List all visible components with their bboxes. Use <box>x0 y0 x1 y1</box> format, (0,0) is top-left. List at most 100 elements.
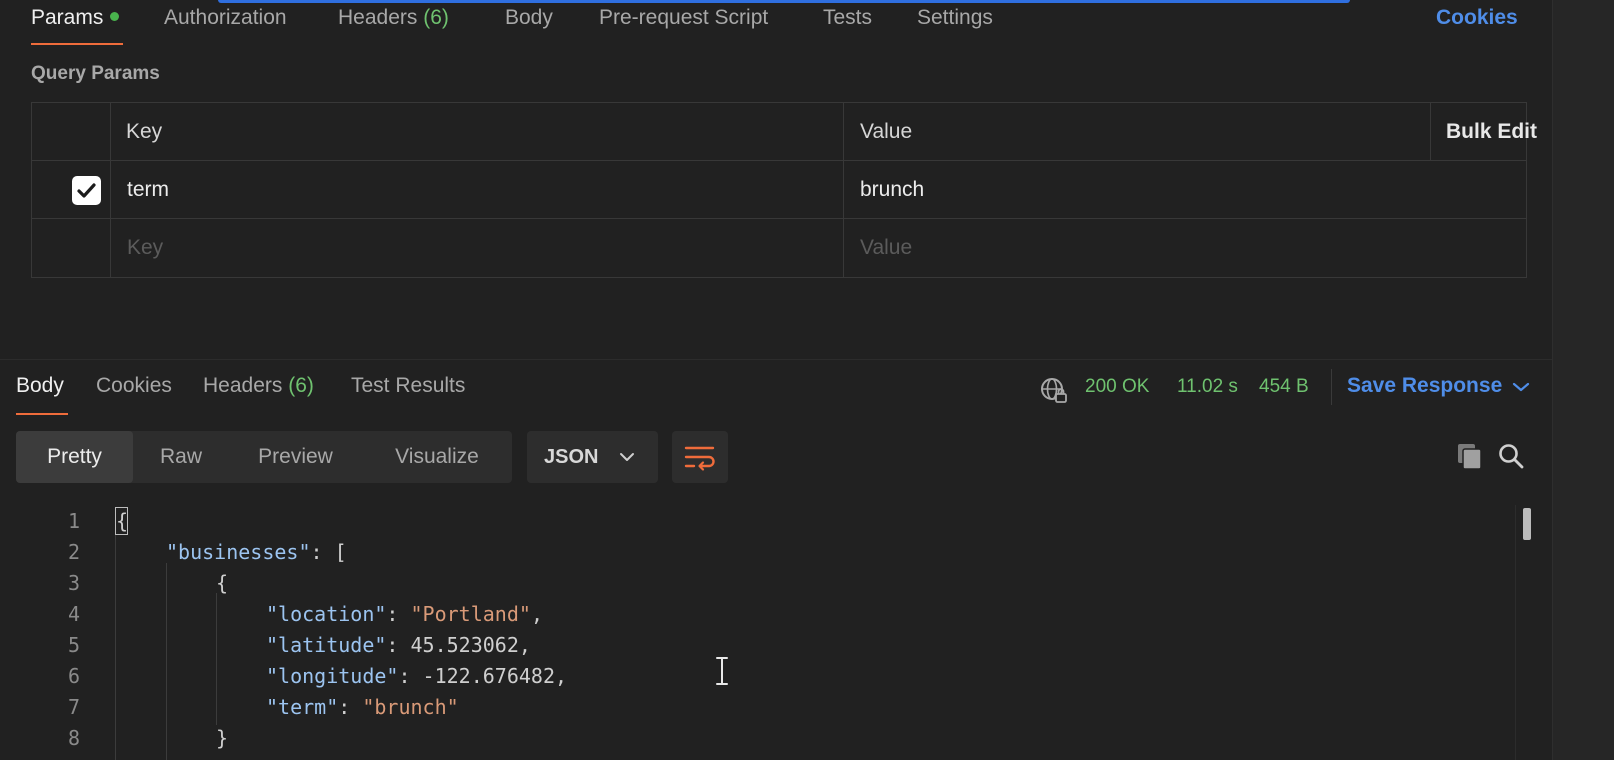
json-sep: : <box>398 664 423 688</box>
code-line-2: "businesses": [ <box>166 540 347 564</box>
query-params-table: Key Value Bulk Edit term brunch Key Valu… <box>31 102 1537 278</box>
value-column-header: Value <box>860 120 913 143</box>
tab-label: Cookies <box>96 374 172 397</box>
json-key: "location" <box>266 602 387 626</box>
chevron-down-icon[interactable] <box>1510 380 1532 394</box>
mode-pretty[interactable]: Pretty <box>16 431 133 483</box>
json-sep: : <box>386 633 411 657</box>
editor-scrollbar-thumb[interactable] <box>1523 508 1531 540</box>
tab-headers[interactable]: Headers (6) <box>338 6 449 30</box>
code-line-3: { <box>216 571 228 595</box>
response-tab-headers[interactable]: Headers (6) <box>203 374 314 398</box>
indent-guide <box>115 533 116 760</box>
tab-label: Test Results <box>351 374 466 397</box>
line-number: 3 <box>67 571 80 595</box>
json-end: , <box>555 664 568 688</box>
code-line-8: } <box>216 726 228 750</box>
line-number: 8 <box>67 726 80 750</box>
param-value-cell[interactable]: brunch <box>860 161 924 218</box>
bulk-edit-button[interactable]: Bulk Edit <box>1446 103 1537 160</box>
status-divider <box>1331 369 1332 405</box>
cookies-link[interactable]: Cookies <box>1436 6 1518 30</box>
line-number: 2 <box>67 540 80 564</box>
json-key: "longitude" <box>266 664 399 688</box>
json-key: "businesses" <box>166 540 311 564</box>
response-tab-cookies[interactable]: Cookies <box>96 374 172 398</box>
new-key-input[interactable]: Key <box>127 219 163 276</box>
table-header-row: Key Value Bulk Edit <box>32 103 1537 161</box>
json-number: -122.676482 <box>422 664 555 688</box>
tab-authorization[interactable]: Authorization <box>164 6 287 30</box>
json-key: "latitude" <box>266 633 387 657</box>
checkmark-icon <box>77 183 96 198</box>
line-number: 5 <box>67 633 80 657</box>
new-value-input[interactable]: Value <box>860 219 912 276</box>
line-number: 1 <box>67 509 80 533</box>
tab-tests[interactable]: Tests <box>823 6 872 30</box>
format-dropdown[interactable]: JSON <box>527 431 658 483</box>
copy-icon[interactable] <box>1455 441 1485 471</box>
line-number: 4 <box>67 602 80 626</box>
json-string: "Portland" <box>410 602 531 626</box>
response-body-editor[interactable]: 1 2 3 4 5 6 7 8 { "businesses": [ { "loc… <box>0 505 1552 760</box>
param-enabled-checkbox[interactable] <box>72 176 101 205</box>
json-string: "brunch" <box>362 695 459 719</box>
headers-count: (6) <box>423 6 449 29</box>
param-key-cell[interactable]: term <box>127 161 169 218</box>
indent-guide <box>166 563 167 760</box>
tab-label: Body <box>16 374 64 397</box>
tab-body[interactable]: Body <box>505 6 553 30</box>
tab-pre-request-script[interactable]: Pre-request Script <box>599 6 768 30</box>
save-response-button[interactable]: Save Response <box>1347 374 1502 398</box>
text-cursor-icon <box>716 657 728 685</box>
code-line-4: "location": "Portland", <box>266 602 543 626</box>
line-number: 7 <box>67 695 80 719</box>
mode-preview[interactable]: Preview <box>229 431 362 483</box>
code-line-5: "latitude": 45.523062, <box>266 633 531 657</box>
line-number: 6 <box>67 664 80 688</box>
table-row-new: Key Value <box>32 219 1526 276</box>
active-tab-indicator <box>16 413 68 415</box>
request-tabs: Params Authorization Headers (6) Body Pr… <box>0 0 1552 48</box>
key-column-header: Key <box>126 120 163 143</box>
section-divider <box>0 359 1552 360</box>
response-tab-test-results[interactable]: Test Results <box>351 374 465 398</box>
word-wrap-button[interactable] <box>672 431 728 483</box>
bracket-match-highlight <box>115 507 128 535</box>
code-line-6: "longitude": -122.676482, <box>266 664 567 688</box>
search-icon[interactable] <box>1496 441 1526 471</box>
json-number: 45.523062 <box>410 633 519 657</box>
tab-label: Params <box>31 6 104 29</box>
mode-visualize[interactable]: Visualize <box>362 431 512 483</box>
query-params-label: Query Params <box>31 63 160 84</box>
tab-label: Headers <box>203 374 283 397</box>
indent-guide <box>216 593 217 725</box>
code-line-7: "term": "brunch" <box>266 695 459 719</box>
json-punct: : [ <box>310 540 347 564</box>
tab-label: Settings <box>917 6 993 29</box>
headers-count: (6) <box>288 374 314 397</box>
tab-settings[interactable]: Settings <box>917 6 993 30</box>
json-end: , <box>518 633 531 657</box>
status-code[interactable]: 200 OK <box>1085 376 1149 398</box>
view-mode-group: Pretty Raw Preview Visualize <box>16 431 512 483</box>
editor-scroll-track <box>1515 505 1516 760</box>
tab-label: Authorization <box>164 6 287 29</box>
tab-label: Headers <box>338 6 418 29</box>
params-active-dot <box>110 11 120 21</box>
response-tab-body[interactable]: Body <box>16 374 64 398</box>
response-size[interactable]: 454 B <box>1259 376 1309 398</box>
json-key: "term" <box>266 695 339 719</box>
json-end: , <box>530 602 543 626</box>
tab-label: Pre-request Script <box>599 6 769 29</box>
table-row: term brunch <box>32 161 1526 219</box>
active-tab-indicator <box>31 43 123 45</box>
tab-params[interactable]: Params <box>31 6 120 30</box>
brace-open: { <box>216 571 229 595</box>
response-time[interactable]: 11.02 s <box>1177 376 1238 398</box>
mode-raw[interactable]: Raw <box>133 431 229 483</box>
globe-lock-icon[interactable] <box>1039 376 1069 406</box>
right-sidebar-strip <box>1552 0 1614 760</box>
chevron-down-icon <box>620 453 634 461</box>
column-divider <box>1430 103 1431 160</box>
